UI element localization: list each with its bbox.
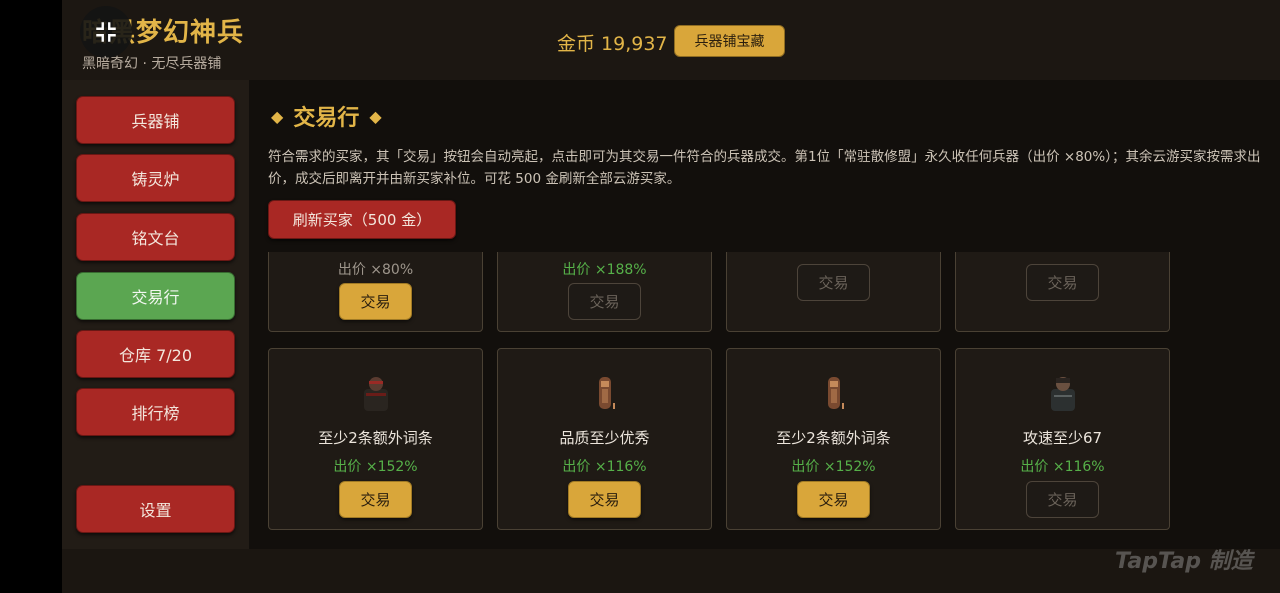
buyer-requirement: 品质至少优秀 xyxy=(559,429,650,447)
buyer-price: 出价 ×188% xyxy=(562,262,647,278)
trade-button[interactable]: 交易 xyxy=(568,283,641,320)
buyer-price: 出价 ×116% xyxy=(562,459,647,475)
sidebar-item-weapon-shop[interactable]: 兵器铺 xyxy=(76,96,235,144)
buyer-card: 交易 xyxy=(726,252,941,332)
trade-button[interactable]: 交易 xyxy=(797,481,870,518)
panel-title: ◆ 交易行 ◆ xyxy=(271,100,382,132)
buyer-price: 出价 ×116% xyxy=(1020,459,1105,475)
buyer-price: 出价 ×80% xyxy=(337,262,414,278)
sidebar-item-leaderboard[interactable]: 排行榜 xyxy=(76,388,235,436)
taptap-watermark: TapTap 制造 xyxy=(1115,549,1253,574)
trade-button[interactable]: 交易 xyxy=(339,481,412,518)
trade-button[interactable]: 交易 xyxy=(797,264,870,301)
buyer-card: 出价 ×80% 交易 xyxy=(268,252,483,332)
trade-button[interactable]: 交易 xyxy=(339,283,412,320)
trade-button[interactable]: 交易 xyxy=(568,481,641,518)
gold-counter: 金币 19,937 xyxy=(557,33,668,55)
buyer-card: 至少2条额外词条 出价 ×152% 交易 xyxy=(726,348,941,530)
buyer-grid[interactable]: 出价 ×80% 交易 出价 ×188% 交易 交易 交易 至少2条额外词条 出价… xyxy=(249,252,1280,549)
armored-warrior-icon xyxy=(364,377,388,411)
hooded-figure-icon xyxy=(828,377,844,409)
hooded-figure-icon xyxy=(599,377,615,409)
panel-title-text: 交易行 xyxy=(293,106,360,131)
buyer-card: 出价 ×188% 交易 xyxy=(497,252,712,332)
settings-button[interactable]: 设置 xyxy=(76,485,235,533)
panel-description: 符合需求的买家，其「交易」按钮会自动亮起，点击即可为其交易一件符合的兵器成交。第… xyxy=(268,149,1261,187)
buyer-card: 至少2条额外词条 出价 ×152% 交易 xyxy=(268,348,483,530)
diamond-icon: ◆ xyxy=(271,106,284,126)
sidebar-item-warehouse[interactable]: 仓库 7/20 xyxy=(76,330,235,378)
buyer-card: 品质至少优秀 出价 ×116% 交易 xyxy=(497,348,712,530)
buyer-card: 交易 xyxy=(955,252,1170,332)
dark-knight-icon xyxy=(1051,377,1075,411)
refresh-buyers-button[interactable]: 刷新买家（500 金） xyxy=(268,200,456,239)
diamond-icon: ◆ xyxy=(369,106,382,126)
game-subtitle: 黑暗奇幻 · 无尽兵器铺 xyxy=(82,56,222,72)
buyer-price: 出价 ×152% xyxy=(791,459,876,475)
trade-button[interactable]: 交易 xyxy=(1026,481,1099,518)
sidebar: 兵器铺 铸灵炉 铭文台 交易行 仓库 7/20 排行榜 设置 xyxy=(62,80,249,549)
buyer-requirement: 至少2条额外词条 xyxy=(776,429,891,447)
sidebar-item-trading[interactable]: 交易行 xyxy=(76,272,235,320)
buyer-requirement: 至少2条额外词条 xyxy=(318,429,433,447)
trade-button[interactable]: 交易 xyxy=(1026,264,1099,301)
trading-panel: ◆ 交易行 ◆ 符合需求的买家，其「交易」按钮会自动亮起，点击即可为其交易一件符… xyxy=(249,80,1280,549)
buyer-requirement: 攻速至少67 xyxy=(1022,429,1103,447)
app-window: 暗黑梦幻神兵 黑暗奇幻 · 无尽兵器铺 金币 19,937 兵器铺宝藏 兵器铺 … xyxy=(62,0,1280,593)
buyer-price: 出价 ×152% xyxy=(333,459,418,475)
buyer-card: 攻速至少67 出价 ×116% 交易 xyxy=(955,348,1170,530)
expand-icon[interactable] xyxy=(80,6,132,58)
sidebar-item-inscription[interactable]: 铭文台 xyxy=(76,213,235,261)
header: 暗黑梦幻神兵 黑暗奇幻 · 无尽兵器铺 金币 19,937 兵器铺宝藏 xyxy=(62,0,1280,80)
treasure-button[interactable]: 兵器铺宝藏 xyxy=(674,25,785,57)
sidebar-item-forge[interactable]: 铸灵炉 xyxy=(76,154,235,202)
